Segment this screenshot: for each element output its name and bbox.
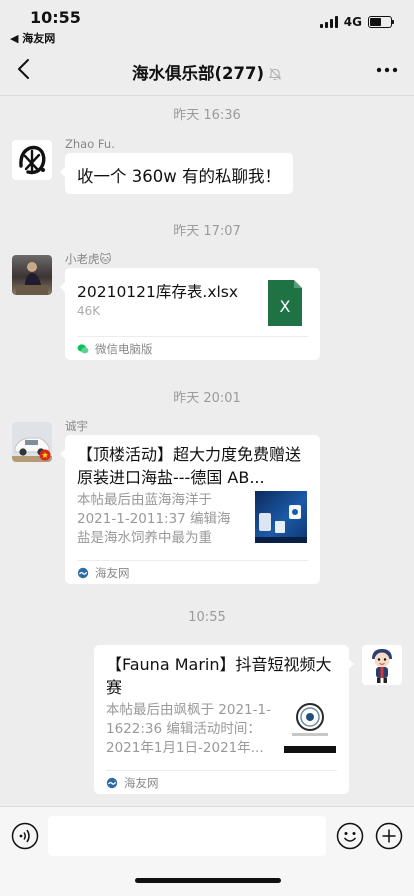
source-label: 海友网 [95, 565, 130, 580]
fauna-marin-logo-icon [284, 703, 336, 753]
avatar[interactable] [12, 255, 52, 295]
wechat-icon [77, 343, 89, 353]
message-timestamp: 昨天 20:01 [173, 391, 241, 406]
card-source: 海友网 [106, 770, 337, 794]
chat-title: 海水俱乐部(277) [0, 60, 414, 84]
sender-name: Zhao Fu. [65, 137, 115, 151]
source-label: 海友网 [124, 775, 159, 790]
message-text: 收一个 360w 有的私聊我！ [77, 167, 281, 186]
car-photo-icon [12, 422, 52, 462]
more-options-icon[interactable] [376, 60, 398, 80]
network-type: 4G [343, 15, 362, 29]
sender-name: 小老虎🐱 [65, 252, 112, 266]
back-to-app-link[interactable]: ◀ 海友网 [10, 30, 55, 46]
person-photo-icon [16, 262, 48, 295]
link-description: 本帖最后由飒枫于 2021-1-1622:36 编辑活动时间：2021年1月1日… [106, 702, 271, 756]
chat-title-text: 海水俱乐部(277) [131, 64, 265, 83]
message-timestamp: 昨天 16:36 [173, 108, 241, 123]
emoji-icon[interactable] [336, 822, 364, 850]
link-title: 【Fauna Marin】抖音短视频大赛 [106, 655, 332, 697]
signal-icon [319, 16, 338, 28]
file-name: 20210121库存表.xlsx [77, 283, 239, 301]
link-thumbnail [284, 701, 336, 753]
status-bar: 10:55 ◀ 海友网 4G [0, 0, 414, 46]
calligraphy-logo-icon [12, 140, 52, 180]
chat-header: 海水俱乐部(277) [0, 46, 414, 96]
file-size: 46K [77, 304, 101, 318]
home-indicator[interactable] [135, 878, 281, 883]
message-timestamp: 昨天 17:07 [173, 224, 241, 239]
card-source: 海友网 [77, 560, 308, 584]
battery-icon [368, 16, 394, 28]
my-avatar[interactable] [362, 645, 402, 685]
salt-product-image-icon [255, 505, 307, 543]
message-input[interactable] [48, 816, 326, 856]
voice-input-icon[interactable] [11, 822, 39, 850]
link-description: 本帖最后由蓝海海洋于 2021-1-2011:37 编辑海盐是海水饲养中最为重要… [77, 492, 231, 546]
status-indicators: 4G [319, 15, 394, 29]
card-source: 微信电脑版 [77, 336, 308, 360]
link-title: 【顶楼活动】超大力度免费赠送原装进口海盐---德国 AB... [77, 445, 302, 487]
status-time: 10:55 [30, 8, 81, 27]
link-thumbnail [255, 491, 307, 543]
mute-icon [268, 68, 282, 81]
excel-file-icon: X [268, 280, 302, 326]
cartoon-character-icon [362, 645, 402, 685]
haiyou-logo-icon [77, 567, 89, 578]
avatar[interactable] [12, 140, 52, 180]
text-message-bubble[interactable]: 收一个 360w 有的私聊我！ [60, 153, 293, 194]
link-message-card[interactable]: 【顶楼活动】超大力度免费赠送原装进口海盐---德国 AB... 本帖最后由蓝海海… [60, 435, 320, 584]
avatar[interactable] [12, 422, 52, 462]
svg-text:X: X [280, 297, 291, 316]
sender-name: 诚宇 [65, 419, 88, 433]
haiyou-logo-icon [106, 777, 118, 788]
file-message-card[interactable]: 20210121库存表.xlsx 46K X 微信电脑版 [60, 268, 320, 360]
plus-icon[interactable] [375, 822, 403, 850]
source-label: 微信电脑版 [95, 341, 153, 356]
message-timestamp: 10:55 [188, 610, 226, 625]
link-message-card[interactable]: 【Fauna Marin】抖音短视频大赛 本帖最后由飒枫于 2021-1-162… [94, 645, 354, 794]
